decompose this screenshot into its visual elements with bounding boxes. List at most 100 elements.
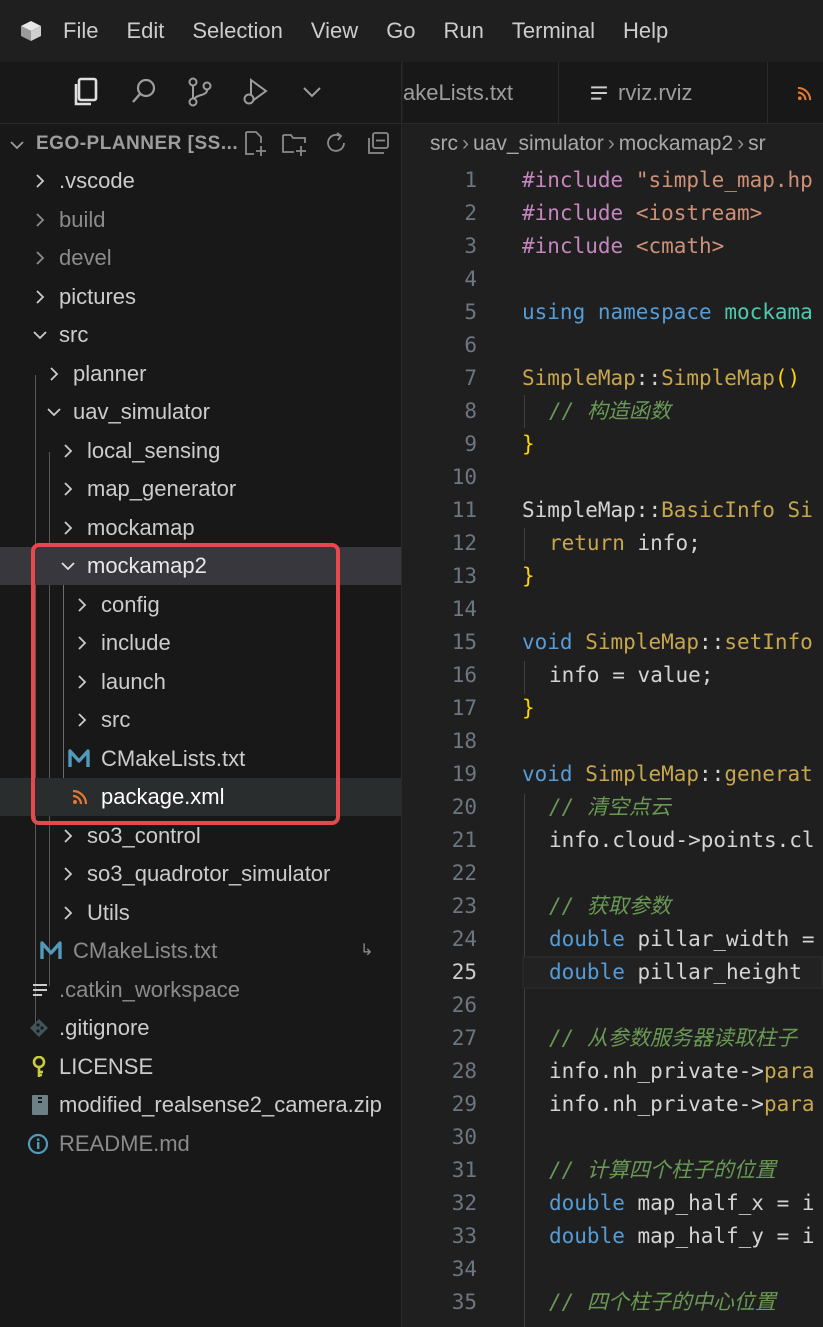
- tree-item-license[interactable]: LICENSE: [0, 1048, 401, 1086]
- menu-help[interactable]: Help: [623, 18, 668, 44]
- chevron-right-icon: ›: [462, 132, 469, 155]
- line-number: 18: [451, 729, 477, 753]
- search-icon[interactable]: [126, 74, 162, 110]
- tree-item-vscode[interactable]: .vscode: [0, 162, 401, 200]
- code-token: .cloud->points.cl: [599, 828, 815, 852]
- tree-item-label: uav_simulator: [73, 399, 210, 424]
- code-line: 7 SimpleMap::SimpleMap(): [403, 362, 823, 395]
- code-token: ::: [635, 366, 662, 390]
- line-number: 29: [451, 1092, 477, 1116]
- code-line: 31 // 计算四个柱子的位置: [403, 1154, 823, 1187]
- menu-view[interactable]: View: [311, 18, 358, 44]
- tree-item-devel[interactable]: devel: [0, 239, 401, 277]
- tree-item-map-generator[interactable]: map_generator: [0, 470, 401, 508]
- code-editor[interactable]: 1 #include "simple_map.hp 2 #include <iost…: [403, 164, 823, 1327]
- tab-package-xml[interactable]: [769, 62, 823, 124]
- tree-item-label: CMakeLists.txt: [73, 938, 218, 963]
- run-debug-icon[interactable]: [238, 74, 274, 110]
- explorer-title[interactable]: EGO-PLANNER [SS...: [36, 133, 238, 155]
- tree-item-so3-quadrotor-simulator[interactable]: so3_quadrotor_simulator: [0, 855, 401, 893]
- code-token: double: [549, 1191, 625, 1215]
- tree-item-uav-simulator[interactable]: uav_simulator: [0, 393, 401, 431]
- code-token: .nh_private->: [599, 1092, 764, 1116]
- tab-rviz[interactable]: rviz.rviz: [560, 62, 768, 124]
- lines-icon: [33, 984, 47, 996]
- collapse-all-icon[interactable]: [364, 129, 392, 157]
- tree-item-planner[interactable]: planner: [0, 355, 401, 393]
- chevron-down-icon[interactable]: [294, 74, 330, 110]
- code-line: 4: [403, 263, 823, 296]
- code-token: info;: [637, 531, 701, 555]
- rss-icon: [797, 86, 812, 101]
- tree-item-zip[interactable]: modified_realsense2_camera.zip: [0, 1086, 401, 1124]
- lines-icon: [591, 86, 607, 100]
- code-comment: // 四个柱子的中心位置: [549, 1290, 776, 1314]
- tree-item-pictures[interactable]: pictures: [0, 278, 401, 316]
- tree-item-local-sensing[interactable]: local_sensing: [0, 432, 401, 470]
- menu-bar: File Edit Selection View Go Run Terminal…: [0, 0, 823, 62]
- code-line: 1 #include "simple_map.hp: [403, 164, 823, 197]
- code-token: mockama: [724, 300, 813, 324]
- editor-tab-bar: akeLists.txt rviz.rviz: [403, 62, 823, 124]
- chevron-down-icon: [33, 331, 47, 340]
- chevron-right-icon: [36, 290, 45, 304]
- tree-item-cmakelists-src[interactable]: CMakeLists.txt ↳: [0, 932, 401, 970]
- chevron-right-icon: [64, 521, 73, 535]
- line-number: 27: [451, 1026, 477, 1050]
- code-token: SimpleMap: [522, 366, 636, 390]
- code-line: 13}: [403, 560, 823, 593]
- tree-item-gitignore[interactable]: .gitignore: [0, 1009, 401, 1047]
- code-token: info: [549, 1059, 600, 1083]
- code-line: 32 double map_half_x = i: [403, 1187, 823, 1220]
- line-number: 16: [451, 663, 477, 687]
- new-folder-icon[interactable]: [280, 129, 308, 157]
- line-number: 8: [464, 399, 477, 423]
- code-token: ::: [699, 762, 725, 786]
- tree-item-label: .vscode: [59, 168, 135, 193]
- tab-cmakelists[interactable]: akeLists.txt: [403, 62, 559, 124]
- line-number: 15: [451, 630, 477, 654]
- tree-item-mockamap[interactable]: mockamap: [0, 509, 401, 547]
- breadcrumb-item[interactable]: src: [430, 132, 458, 155]
- code-token: (): [774, 366, 801, 390]
- code-token: double: [549, 1224, 625, 1248]
- symlink-icon: ↳: [360, 942, 374, 959]
- code-line: 19 void SimpleMap::generat: [403, 758, 823, 791]
- tree-item-src[interactable]: src: [0, 316, 401, 354]
- code-line: 8 // 构造函数: [403, 395, 823, 428]
- tree-item-build[interactable]: build: [0, 201, 401, 239]
- menu-selection[interactable]: Selection: [192, 18, 283, 44]
- source-control-icon[interactable]: [182, 74, 218, 110]
- menu-file[interactable]: File: [63, 18, 98, 44]
- code-line: 27 // 从参数服务器读取柱子: [403, 1022, 823, 1055]
- refresh-icon[interactable]: [322, 129, 350, 157]
- code-line: 3 #include <cmath>: [403, 230, 823, 263]
- chevron-right-icon: [64, 829, 73, 843]
- cmake-icon: [40, 941, 62, 959]
- tree-item-label: build: [59, 207, 106, 232]
- menu-run[interactable]: Run: [444, 18, 484, 44]
- breadcrumb-item[interactable]: uav_simulator: [473, 132, 604, 155]
- line-number: 21: [451, 828, 477, 852]
- code-token: map_half_x = i: [637, 1191, 815, 1215]
- code-token: #include: [522, 168, 624, 192]
- line-number: 19: [451, 762, 477, 786]
- tree-item-catkin-workspace[interactable]: .catkin_workspace: [0, 971, 401, 1009]
- menu-go[interactable]: Go: [386, 18, 415, 44]
- code-line: 22: [403, 857, 823, 890]
- code-token: SimpleMap: [585, 762, 700, 786]
- new-file-icon[interactable]: [240, 129, 268, 157]
- tree-item-utils[interactable]: Utils: [0, 894, 401, 932]
- line-number: 2: [464, 201, 477, 225]
- code-line: 2 #include <iostream>: [403, 197, 823, 230]
- breadcrumb-item[interactable]: sr: [748, 132, 766, 155]
- tree-item-readme[interactable]: README.md: [0, 1125, 401, 1163]
- menu-terminal[interactable]: Terminal: [512, 18, 595, 44]
- menu-edit[interactable]: Edit: [126, 18, 164, 44]
- chevron-down-icon[interactable]: [8, 136, 26, 154]
- line-number: 6: [464, 333, 477, 357]
- explorer-icon[interactable]: [68, 74, 104, 110]
- breadcrumb-item[interactable]: mockamap2: [619, 132, 733, 155]
- zip-icon: [32, 1095, 48, 1115]
- app-logo-icon: [21, 21, 41, 41]
